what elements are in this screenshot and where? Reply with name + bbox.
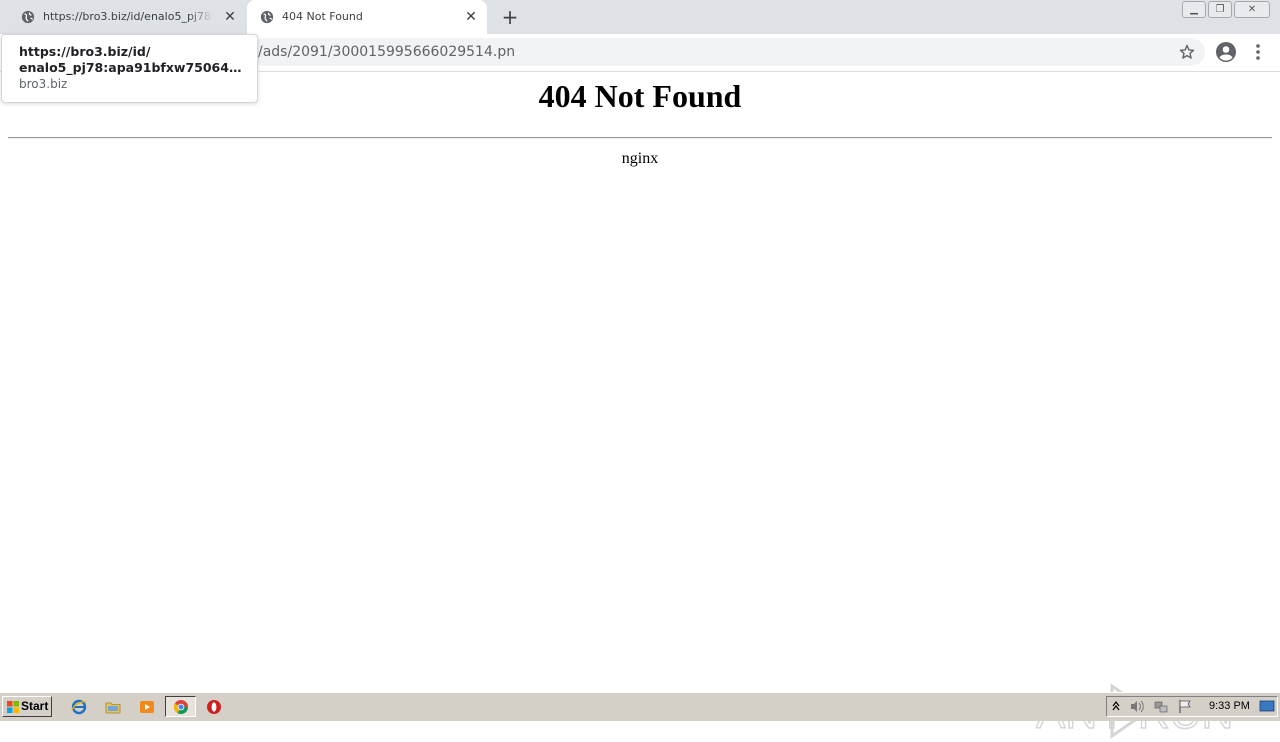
close-tab-icon[interactable]: ✕	[463, 9, 479, 25]
show-desktop-icon[interactable]	[1259, 700, 1275, 713]
tab-title: https://bro3.biz/id/enalo5_pj78:apa91bfx…	[43, 10, 213, 23]
chrome-icon	[173, 700, 188, 714]
show-hidden-icons-icon[interactable]	[1111, 700, 1121, 712]
hover-card-title: https://bro3.biz/id/ enalo5_pj78:apa91bf…	[19, 44, 247, 76]
restore-button[interactable]: ❐	[1208, 1, 1232, 18]
action-center-flag-icon[interactable]	[1177, 699, 1193, 714]
media-player-icon[interactable]	[139, 699, 155, 715]
page-content: 404 Not Found nginx ANY RUN	[0, 72, 1280, 739]
tab-title: 404 Not Found	[282, 10, 363, 23]
tab-bro3[interactable]: https://bro3.biz/id/enalo5_pj78:apa91bfx…	[8, 0, 246, 34]
tab-strip: https://bro3.biz/id/enalo5_pj78:apa91bfx…	[0, 0, 1280, 34]
start-button[interactable]: Start	[2, 696, 52, 717]
close-tab-icon[interactable]: ✕	[222, 9, 238, 25]
chrome-taskbar-button[interactable]	[165, 696, 196, 717]
globe-icon	[260, 10, 274, 24]
internet-explorer-icon[interactable]	[71, 699, 87, 715]
minimize-button[interactable]: ▁	[1182, 1, 1206, 18]
new-tab-button[interactable]: +	[499, 6, 521, 28]
network-icon[interactable]	[1153, 699, 1169, 714]
more-menu-icon[interactable]	[1252, 42, 1264, 62]
opera-icon[interactable]	[206, 699, 222, 715]
hover-card-title-line2: enalo5_pj78:apa91bfxw750640g...	[19, 60, 247, 75]
hover-card-title-line1: https://bro3.biz/id/	[19, 44, 151, 59]
server-name: nginx	[621, 150, 659, 167]
divider	[8, 137, 1272, 139]
tab-404[interactable]: 404 Not Found ✕	[247, 0, 487, 34]
address-bar[interactable]: /ads/2091/300015995666029514.pn	[250, 38, 1205, 66]
hover-card-domain: bro3.biz	[19, 77, 68, 91]
globe-icon	[21, 10, 35, 24]
clock: 9:33 PM	[1209, 700, 1250, 712]
folder-icon[interactable]	[105, 699, 121, 715]
tab-hover-card: https://bro3.biz/id/ enalo5_pj78:apa91bf…	[1, 34, 258, 103]
volume-icon[interactable]	[1129, 699, 1145, 714]
system-tray	[1106, 696, 1278, 717]
bookmark-star-icon[interactable]	[1179, 44, 1195, 60]
profile-icon[interactable]	[1215, 41, 1237, 63]
close-window-button[interactable]: ✕	[1234, 1, 1270, 18]
start-label: Start	[21, 699, 49, 713]
url-text: /ads/2091/300015995666029514.pn	[258, 44, 516, 60]
taskbar: Start 9:33 PM	[0, 692, 1280, 721]
windows-logo-icon	[7, 701, 19, 713]
